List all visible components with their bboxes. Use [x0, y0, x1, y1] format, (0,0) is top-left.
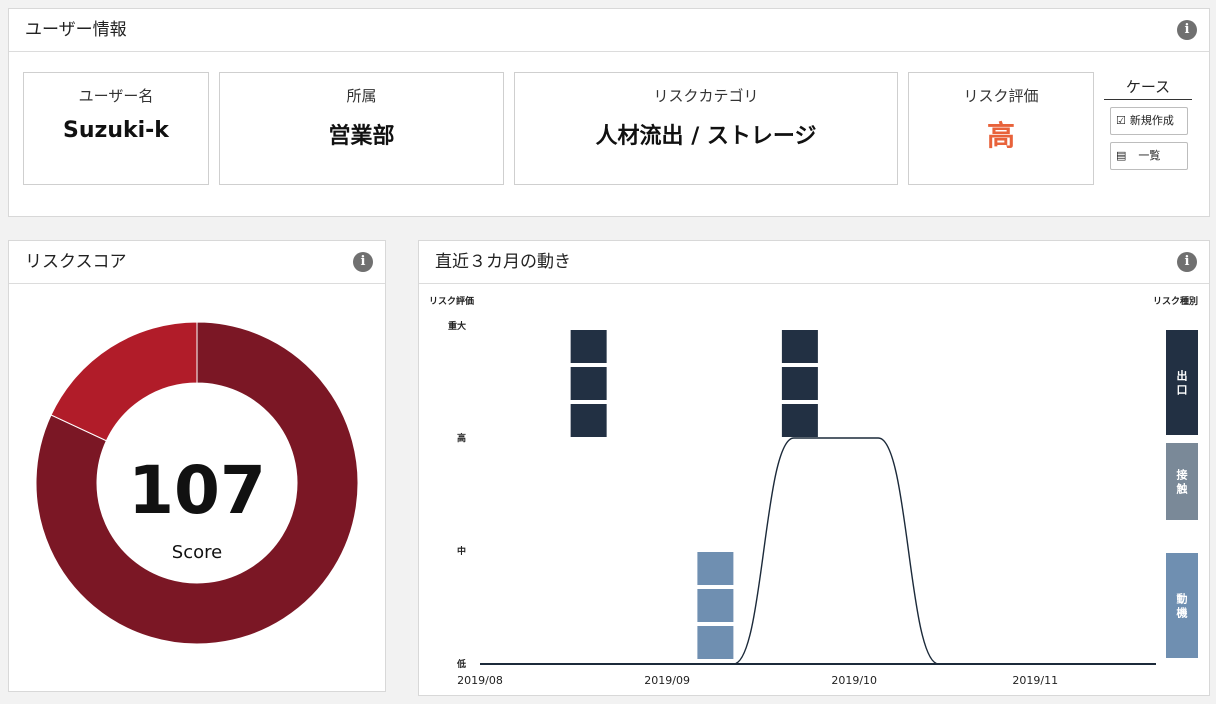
risk-event-block[interactable] — [697, 552, 734, 585]
department-value: 営業部 — [328, 124, 395, 149]
new-case-button[interactable]: ☑ 新規作成 — [1110, 107, 1188, 135]
legend-label-char: 動 — [1177, 592, 1188, 606]
list-icon: ▤ — [1116, 149, 1127, 162]
x-tick-label: 2019/09 — [644, 674, 690, 687]
risk-event-block[interactable] — [570, 404, 607, 437]
info-icon[interactable]: i — [1177, 20, 1197, 40]
legend-label-char: 触 — [1176, 482, 1188, 496]
legend-bar-2 — [1166, 553, 1198, 658]
panel-title: ユーザー情報 — [9, 9, 1209, 52]
x-tick-label: 2019/08 — [457, 674, 503, 687]
y-tick-label: 低 — [456, 658, 466, 670]
info-icon[interactable]: i — [353, 252, 373, 272]
y-tick-label: 重大 — [448, 320, 466, 332]
legend-label-char: 接 — [1177, 468, 1188, 482]
risk-event-block[interactable] — [781, 404, 818, 437]
department-label: 所属 — [346, 87, 377, 105]
legend-label-char: 機 — [1177, 606, 1188, 620]
case-title: ケース — [1104, 76, 1192, 100]
legend-bar-1 — [1166, 443, 1198, 520]
legend-bar-0 — [1166, 330, 1198, 435]
username-value: Suzuki-k — [63, 118, 169, 143]
score-donut: 107 Score — [35, 321, 359, 645]
risk-rating-card: リスク評価 高 — [908, 72, 1094, 185]
risk-event-block[interactable] — [781, 330, 818, 363]
y-tick-label: 中 — [457, 545, 466, 557]
x-tick-label: 2019/11 — [1012, 674, 1058, 687]
right-axis-title: リスク種別 — [1153, 295, 1198, 307]
legend-label-char: 口 — [1177, 384, 1188, 397]
risk-category-value: 人材流出 / ストレージ — [595, 124, 817, 149]
score-label: Score — [172, 542, 222, 563]
left-axis-title: リスク評価 — [429, 295, 474, 307]
info-icon[interactable]: i — [1177, 252, 1197, 272]
score-value: 107 — [128, 452, 266, 529]
panel-title: リスクスコア — [9, 241, 385, 284]
new-case-label: 新規作成 — [1129, 114, 1174, 127]
risk-event-block[interactable] — [781, 367, 818, 400]
risk-event-block[interactable] — [697, 626, 734, 659]
checkbox-edit-icon: ☑ — [1116, 114, 1126, 127]
case-list-label: 一覧 — [1138, 149, 1161, 162]
risk-rating-value: 高 — [986, 119, 1015, 152]
username-card: ユーザー名 Suzuki-k — [23, 72, 209, 185]
risk-trend-line — [480, 437, 1156, 665]
trend-chart: リスク評価 リスク種別 低 中 高 重大 2019/08 2019/09 2019/10 2… — [429, 295, 1198, 687]
risk-event-block[interactable] — [570, 330, 607, 363]
risk-score-panel: リスクスコア i 107 Score — [8, 240, 386, 692]
x-tick-label: 2019/10 — [831, 674, 877, 687]
legend-label-char: 出 — [1177, 369, 1188, 383]
risk-category-label: リスクカテゴリ — [653, 87, 759, 105]
risk-rating-label: リスク評価 — [963, 87, 1039, 105]
risk-event-block[interactable] — [697, 589, 734, 622]
panel-title: 直近３カ月の動き — [419, 241, 1209, 284]
donut-segment-minor — [50, 321, 198, 442]
case-list-button[interactable]: ▤ 一覧 — [1110, 142, 1188, 170]
username-label: ユーザー名 — [78, 87, 154, 105]
y-tick-label: 高 — [457, 432, 466, 444]
risk-category-card: リスクカテゴリ 人材流出 / ストレージ — [514, 72, 898, 185]
risk-event-block[interactable] — [570, 367, 607, 400]
department-card: 所属 営業部 — [219, 72, 504, 185]
